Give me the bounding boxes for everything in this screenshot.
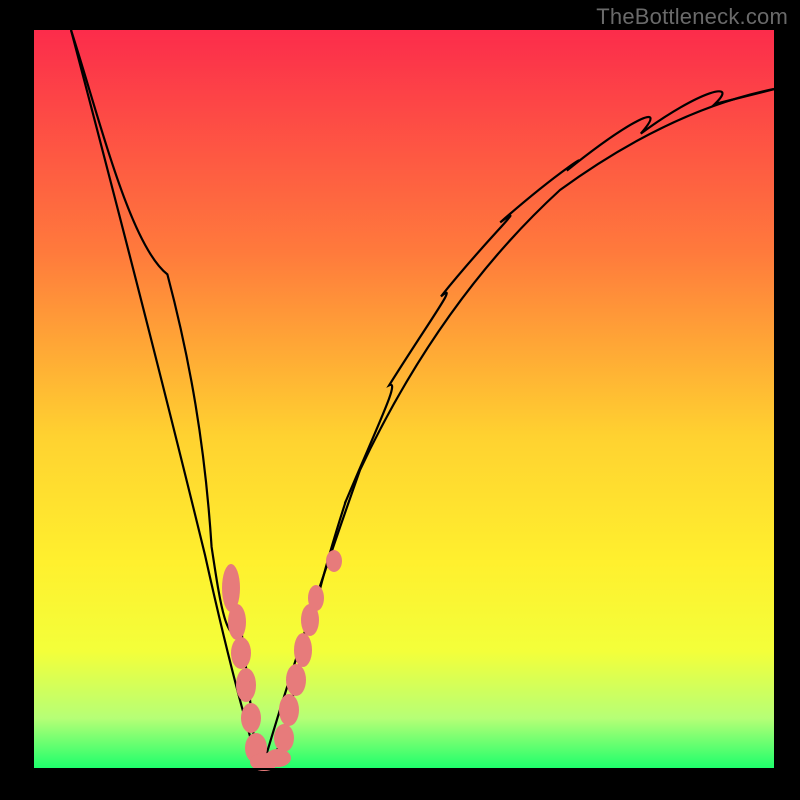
- marker-outlier-right: [326, 550, 342, 572]
- chart-frame: TheBottleneck.com: [0, 0, 800, 800]
- baseline: [34, 768, 774, 770]
- watermark-text: TheBottleneck.com: [596, 4, 788, 30]
- bottleneck-chart: [0, 0, 800, 800]
- plot-gradient-background: [34, 30, 774, 770]
